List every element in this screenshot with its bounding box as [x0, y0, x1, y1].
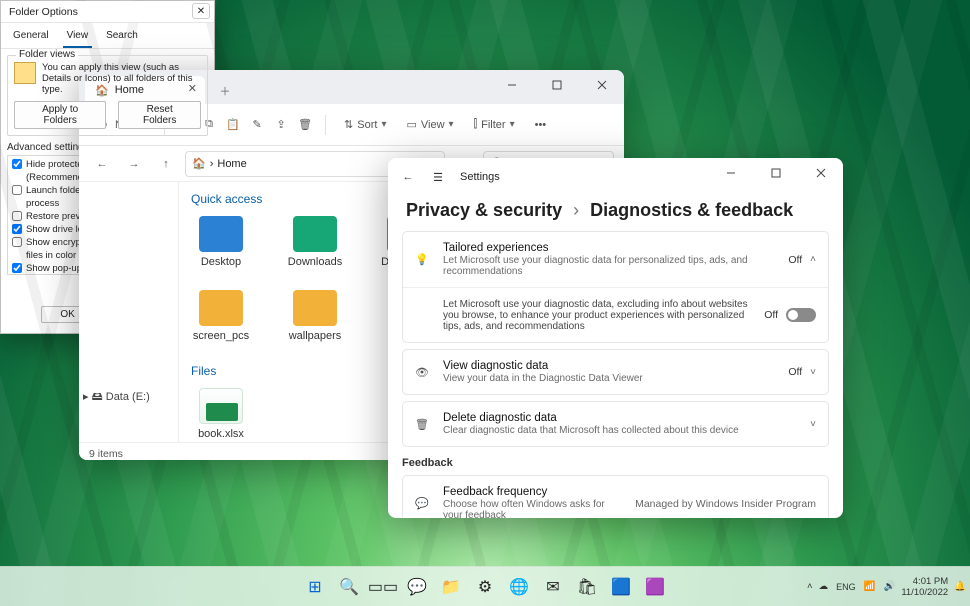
- sidebar-item-data-e[interactable]: Data (E:): [106, 391, 150, 403]
- start-button[interactable]: ⊞: [301, 573, 329, 601]
- wifi-tray-icon[interactable]: 📶: [864, 581, 876, 592]
- chevron-down-icon: ˅: [810, 419, 816, 430]
- explorer-taskbar-icon[interactable]: 📁: [437, 573, 465, 601]
- view-button[interactable]: ▭ View ▾: [400, 114, 459, 135]
- feedback-frequency-card[interactable]: 💬 Feedback frequency Choose how often Wi…: [402, 475, 829, 518]
- nav-back-button[interactable]: ←: [89, 151, 115, 177]
- view-icon: ▭: [406, 118, 416, 131]
- settings-breadcrumb: Privacy & security › Diagnostics & feedb…: [388, 196, 843, 231]
- explorer-close-button[interactable]: [579, 70, 624, 100]
- tab-view[interactable]: View: [63, 27, 93, 48]
- folder-item[interactable]: Downloads: [285, 216, 345, 268]
- chat-icon: 💬: [415, 497, 433, 510]
- reset-folders-button[interactable]: Reset Folders: [118, 101, 201, 129]
- dialog-title: Folder Options: [9, 6, 78, 18]
- tailored-toggle[interactable]: [786, 308, 816, 322]
- tray-overflow-button[interactable]: ˄: [807, 581, 813, 592]
- app-taskbar-icon[interactable]: 🟦: [607, 573, 635, 601]
- explorer-sidebar[interactable]: ▸ 🖴 Data (E:): [79, 182, 179, 442]
- folder-views-group: Folder views You can apply this view (su…: [7, 55, 208, 136]
- feedback-heading: Feedback: [402, 457, 829, 469]
- edge-taskbar-icon[interactable]: 🌐: [505, 573, 533, 601]
- trash-icon: 🗑: [415, 418, 433, 431]
- view-diagnostic-card[interactable]: 👁 View diagnostic data View your data in…: [402, 349, 829, 395]
- folder-item[interactable]: Desktop: [191, 216, 251, 268]
- settings-window: ← ☰ Settings Privacy & security › Diagno…: [388, 158, 843, 518]
- explorer-maximize-button[interactable]: [534, 70, 579, 100]
- status-item-count: 9 items: [89, 448, 123, 460]
- sort-icon: ⇅: [344, 118, 353, 131]
- delete-diagnostic-card[interactable]: 🗑 Delete diagnostic data Clear diagnosti…: [402, 401, 829, 447]
- rename-button[interactable]: ✎: [249, 117, 265, 133]
- tab-general[interactable]: General: [9, 27, 53, 48]
- folder-icon: [14, 62, 36, 84]
- breadcrumb-current: Diagnostics & feedback: [590, 200, 793, 220]
- settings-back-button[interactable]: ←: [400, 169, 416, 185]
- folder-item[interactable]: wallpapers: [285, 290, 345, 342]
- tailored-experiences-card[interactable]: 💡 Tailored experiences Let Microsoft use…: [402, 231, 829, 343]
- taskbar-search-button[interactable]: 🔍: [335, 573, 363, 601]
- more-button[interactable]: •••: [529, 115, 553, 135]
- dialog-close-button[interactable]: ✕: [192, 3, 210, 19]
- settings-menu-button[interactable]: ☰: [430, 169, 446, 185]
- paste-button[interactable]: 📋: [225, 117, 241, 133]
- filter-button[interactable]: ⫿ Filter ▾: [468, 114, 521, 135]
- settings-taskbar-icon[interactable]: ⚙: [471, 573, 499, 601]
- volume-tray-icon[interactable]: 🔊: [883, 581, 895, 592]
- mail-taskbar-icon[interactable]: ✉: [539, 573, 567, 601]
- nav-up-button[interactable]: ↑: [153, 151, 179, 177]
- breadcrumb-root: Home: [217, 158, 246, 170]
- home-icon: 🏠: [192, 157, 206, 170]
- task-view-button[interactable]: ▭▭: [369, 573, 397, 601]
- folder-item[interactable]: screen_pcs: [191, 290, 251, 342]
- explorer-minimize-button[interactable]: [489, 70, 534, 100]
- notifications-button[interactable]: 🔔: [954, 581, 966, 592]
- taskbar: ⊞ 🔍 ▭▭ 💬 📁 ⚙ 🌐 ✉ 🛍 🟦 🟪 ˄ ☁ ENG 📶 🔊 4:01 …: [0, 566, 970, 606]
- app2-taskbar-icon[interactable]: 🟪: [641, 573, 669, 601]
- share-button[interactable]: ⇪: [273, 117, 289, 133]
- new-tab-button[interactable]: ＋: [211, 78, 239, 104]
- taskbar-clock[interactable]: 4:01 PM 11/10/2022: [901, 576, 948, 598]
- filter-icon: ⫿: [474, 118, 478, 131]
- sort-button[interactable]: ⇅ Sort ▾: [338, 114, 392, 135]
- delete-button[interactable]: 🗑: [297, 117, 313, 133]
- chevron-down-icon: ˅: [810, 367, 816, 378]
- dialog-titlebar[interactable]: Folder Options ✕: [1, 1, 214, 23]
- apply-to-folders-button[interactable]: Apply to Folders: [14, 101, 106, 129]
- breadcrumb-parent[interactable]: Privacy & security: [406, 200, 562, 220]
- dialog-tabs: General View Search: [1, 23, 214, 49]
- settings-app-title: Settings: [460, 171, 500, 183]
- file-item[interactable]: book.xlsx: [191, 388, 251, 440]
- language-indicator[interactable]: ENG: [836, 582, 856, 592]
- chat-button[interactable]: 💬: [403, 573, 431, 601]
- bulb-icon: 💡: [415, 253, 433, 266]
- store-taskbar-icon[interactable]: 🛍: [573, 573, 601, 601]
- onedrive-tray-icon[interactable]: ☁: [819, 581, 829, 592]
- nav-forward-button[interactable]: →: [121, 151, 147, 177]
- eye-icon: 👁: [415, 366, 433, 379]
- chevron-up-icon: ˄: [810, 254, 816, 265]
- tab-search[interactable]: Search: [102, 27, 142, 48]
